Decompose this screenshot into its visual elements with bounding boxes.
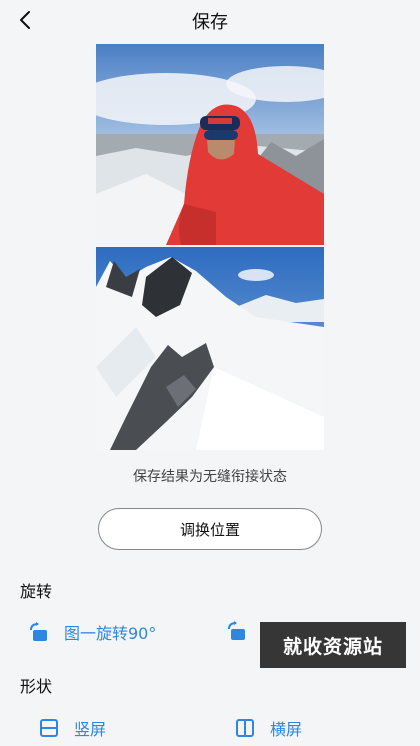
bottom-photo[interactable] xyxy=(96,247,324,450)
rotate-image-two-button[interactable] xyxy=(226,620,262,642)
landscape-layout-label: 横屏 xyxy=(270,720,303,739)
stitch-result-caption: 保存结果为无缝衔接状态 xyxy=(133,469,287,485)
page-title: 保存 xyxy=(192,12,228,33)
split-horizontal-icon xyxy=(38,717,60,739)
watermark-overlay: 就收资源站 xyxy=(260,622,406,668)
top-photo[interactable] xyxy=(96,44,324,245)
rotate-icon xyxy=(226,620,248,642)
rotate-image-one-label: 图一旋转90° xyxy=(64,624,157,643)
shape-section-label: 形状 xyxy=(20,677,53,696)
split-vertical-icon xyxy=(234,717,256,739)
header: 保存 xyxy=(0,0,420,40)
portrait-layout-label: 竖屏 xyxy=(74,720,107,739)
portrait-layout-option[interactable]: 竖屏 xyxy=(38,716,106,740)
landscape-layout-option[interactable]: 横屏 xyxy=(234,716,302,740)
swap-position-button[interactable]: 调换位置 xyxy=(98,508,322,550)
stitched-preview xyxy=(96,44,324,450)
rotate-icon xyxy=(28,621,50,643)
rotate-image-one-button[interactable]: 图一旋转90° xyxy=(28,620,156,644)
rotation-section-label: 旋转 xyxy=(20,582,53,601)
